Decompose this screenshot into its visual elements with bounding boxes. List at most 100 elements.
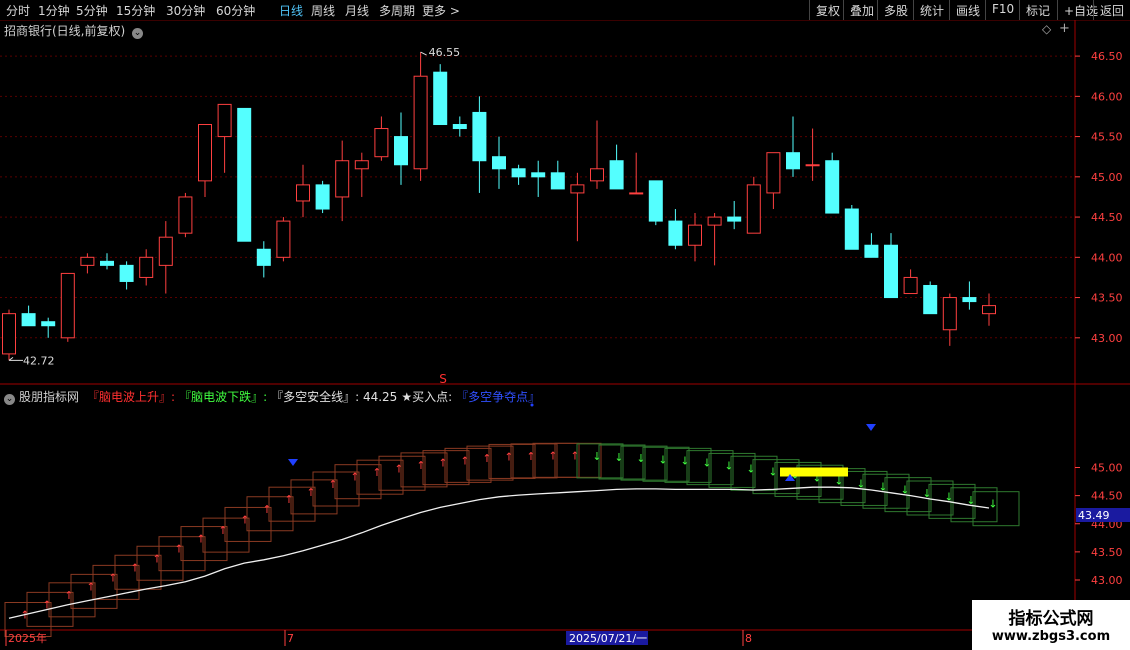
stock-title: 招商银行(日线,前复权) ⌄ bbox=[4, 24, 144, 39]
date-label-1: 7 bbox=[287, 632, 294, 645]
candle-body-29 bbox=[570, 184, 585, 194]
wave-arrow-44: ↓ bbox=[988, 498, 997, 511]
wave-arrow-37: ↓ bbox=[834, 475, 843, 488]
wave-arrow-2: ↑ bbox=[64, 589, 73, 602]
legend-item-2: 『多空安全线』: 44.25 bbox=[271, 390, 398, 404]
wave-arrow-9: ↑ bbox=[218, 524, 227, 537]
candle-body-31 bbox=[609, 160, 624, 190]
candle-body-0 bbox=[2, 313, 16, 355]
legend-item-3: ★买入点: bbox=[401, 390, 453, 404]
low-pointer bbox=[8, 356, 23, 361]
wave-arrow-20: ↑ bbox=[460, 454, 469, 467]
wave-arrow-13: ↑ bbox=[306, 486, 315, 499]
current-value-text: 43.49 bbox=[1078, 509, 1110, 522]
wave-arrow-29: ↓ bbox=[658, 453, 667, 466]
wave-arrow-26: ↓ bbox=[592, 450, 601, 463]
sell-signal-mark: S bbox=[439, 372, 447, 386]
candle-body-17 bbox=[335, 160, 350, 198]
wave-arrow-23: ↑ bbox=[526, 450, 535, 463]
candle-body-22 bbox=[433, 71, 448, 126]
wave-arrow-33: ↓ bbox=[746, 462, 755, 475]
candle-body-41 bbox=[805, 164, 820, 167]
add-icon[interactable]: + bbox=[1059, 21, 1070, 36]
indicator-menu-icon[interactable]: ⌄ bbox=[4, 394, 15, 405]
candle-body-43 bbox=[844, 208, 859, 250]
wave-arrow-32: ↓ bbox=[724, 459, 733, 472]
indicator-name: 股朋指标网 bbox=[19, 390, 80, 404]
candle-body-18 bbox=[354, 160, 369, 170]
candle-body-21 bbox=[413, 75, 428, 170]
wave-arrow-34: ↓ bbox=[768, 466, 777, 479]
legend-item-1: 『脑电波下跌』: bbox=[179, 390, 268, 404]
wave-arrow-28: ↓ bbox=[636, 452, 645, 465]
candle-body-19 bbox=[374, 128, 389, 158]
candle-body-26 bbox=[511, 168, 526, 178]
candle-body-16 bbox=[315, 184, 330, 210]
y-tick-label-main-2: 44.00 bbox=[1091, 251, 1123, 264]
candle-body-48 bbox=[942, 297, 957, 331]
y-tick-label-main-4: 45.00 bbox=[1091, 171, 1123, 184]
low-price-label: 42.72 bbox=[23, 354, 55, 367]
wave-arrow-18: ↑ bbox=[416, 459, 425, 472]
candle-body-23 bbox=[452, 124, 467, 130]
candle-body-5 bbox=[100, 260, 114, 266]
candle-body-40 bbox=[786, 152, 800, 170]
marker-down-1 bbox=[288, 459, 298, 466]
brand-watermark: 指标公式网 www.zbgs3.com bbox=[972, 600, 1130, 650]
marker-down-2 bbox=[866, 424, 876, 431]
date-label-2: 2025/07/21/一 bbox=[569, 632, 647, 645]
candle-body-10 bbox=[198, 124, 212, 182]
settings-diamond-icon[interactable]: ◇ bbox=[1042, 22, 1051, 36]
chevron-down-icon[interactable]: ⌄ bbox=[132, 28, 144, 39]
y-tick-label-sub-4: 44.50 bbox=[1091, 490, 1123, 503]
candle-body-3 bbox=[60, 272, 75, 339]
brand-name: 指标公式网 bbox=[1008, 609, 1094, 629]
wave-arrow-19: ↑ bbox=[438, 457, 447, 470]
candle-body-30 bbox=[590, 168, 604, 182]
y-tick-label-main-3: 44.50 bbox=[1091, 211, 1123, 224]
candle-body-6 bbox=[119, 264, 134, 282]
wave-arrow-4: ↑ bbox=[108, 571, 117, 584]
y-tick-label-main-1: 43.50 bbox=[1091, 292, 1123, 305]
wave-arrow-3: ↑ bbox=[86, 580, 95, 593]
candle-body-44 bbox=[864, 244, 879, 258]
wave-arrow-5: ↑ bbox=[130, 561, 139, 574]
candle-body-50 bbox=[982, 305, 996, 315]
candle-body-33 bbox=[648, 180, 663, 222]
candle-body-38 bbox=[746, 184, 761, 234]
wave-arrow-14: ↑ bbox=[328, 478, 337, 491]
wave-arrow-6: ↑ bbox=[152, 552, 161, 565]
date-label-3: 8 bbox=[745, 632, 752, 645]
candle-body-11 bbox=[217, 103, 232, 138]
candle-body-8 bbox=[158, 236, 173, 266]
candle-body-25 bbox=[492, 156, 506, 170]
price-chart: 43.00 43.50 44.00 44.50 45.00 45.50 46.00 46.50… bbox=[0, 20, 1130, 650]
y-tick-label-main-5: 45.50 bbox=[1091, 131, 1123, 144]
candle-body-49 bbox=[962, 297, 977, 303]
wave-arrow-8: ↑ bbox=[196, 533, 205, 546]
high-pointer bbox=[420, 51, 427, 56]
candle-body-24 bbox=[472, 111, 487, 162]
candle-body-46 bbox=[903, 276, 918, 295]
candle-body-12 bbox=[237, 107, 252, 242]
y-tick-label-main-7: 46.50 bbox=[1091, 50, 1123, 63]
candle-body-47 bbox=[923, 284, 938, 315]
candle-body-39 bbox=[766, 152, 781, 194]
wave-arrow-17: ↑ bbox=[394, 462, 403, 475]
wave-arrow-30: ↓ bbox=[680, 454, 689, 467]
candle-body-34 bbox=[668, 220, 683, 246]
candle-body-1 bbox=[21, 313, 36, 327]
wave-arrow-21: ↑ bbox=[482, 452, 491, 465]
wave-arrow-24: ↑ bbox=[548, 449, 557, 462]
y-tick-label-sub-5: 45.00 bbox=[1091, 462, 1123, 475]
candle-body-13 bbox=[256, 248, 271, 266]
candle-body-32 bbox=[629, 192, 644, 195]
wave-arrow-31: ↓ bbox=[702, 457, 711, 470]
legend-item-4: 『多空争夺点』 bbox=[456, 390, 541, 404]
candle-body-20 bbox=[394, 136, 408, 166]
candle-body-14 bbox=[276, 220, 291, 258]
y-tick-label-sub-2: 43.50 bbox=[1091, 546, 1123, 559]
brand-url: www.zbgs3.com bbox=[991, 629, 1111, 644]
candle-body-28 bbox=[550, 172, 565, 190]
candle-body-27 bbox=[531, 172, 546, 178]
